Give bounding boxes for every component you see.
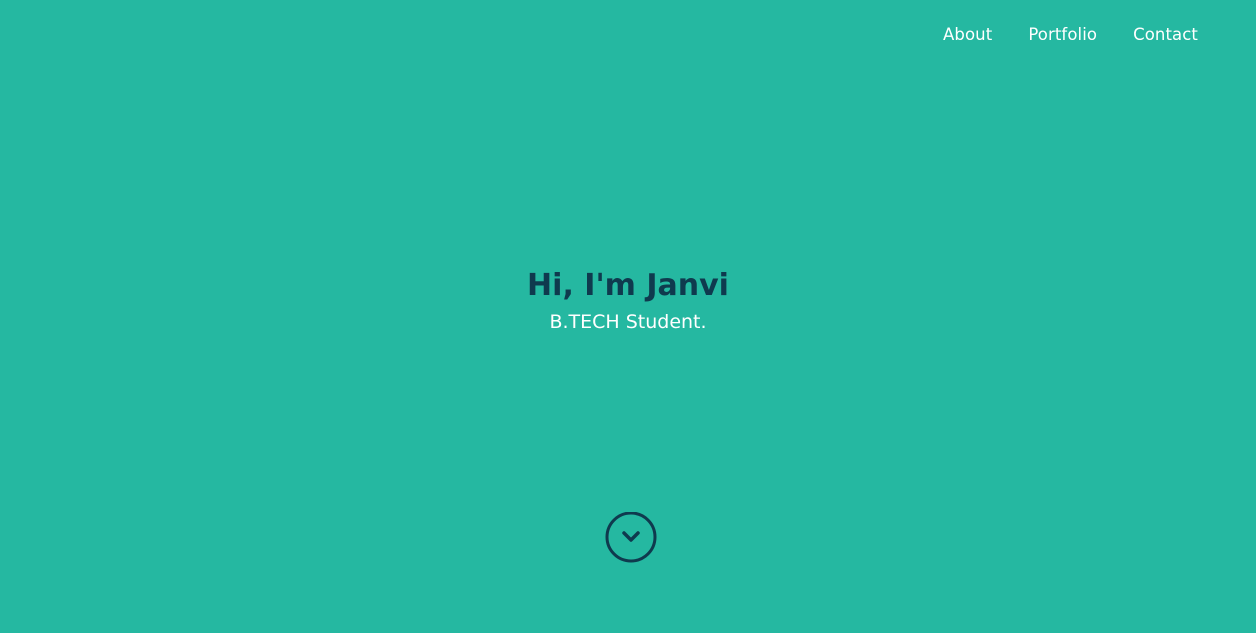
nav-link-about[interactable]: About <box>943 23 992 47</box>
main-nav: About Portfolio Contact <box>943 23 1198 47</box>
nav-link-contact[interactable]: Contact <box>1133 23 1198 47</box>
scroll-down-button[interactable] <box>605 512 657 563</box>
hero-section: Hi, I'm Janvi B.TECH Student. <box>0 264 1256 336</box>
hero-title: Hi, I'm Janvi <box>527 268 729 303</box>
hero-subtitle: B.TECH Student. <box>549 311 707 333</box>
chevron-down-circle-icon <box>605 512 657 563</box>
nav-link-portfolio[interactable]: Portfolio <box>1028 23 1097 47</box>
